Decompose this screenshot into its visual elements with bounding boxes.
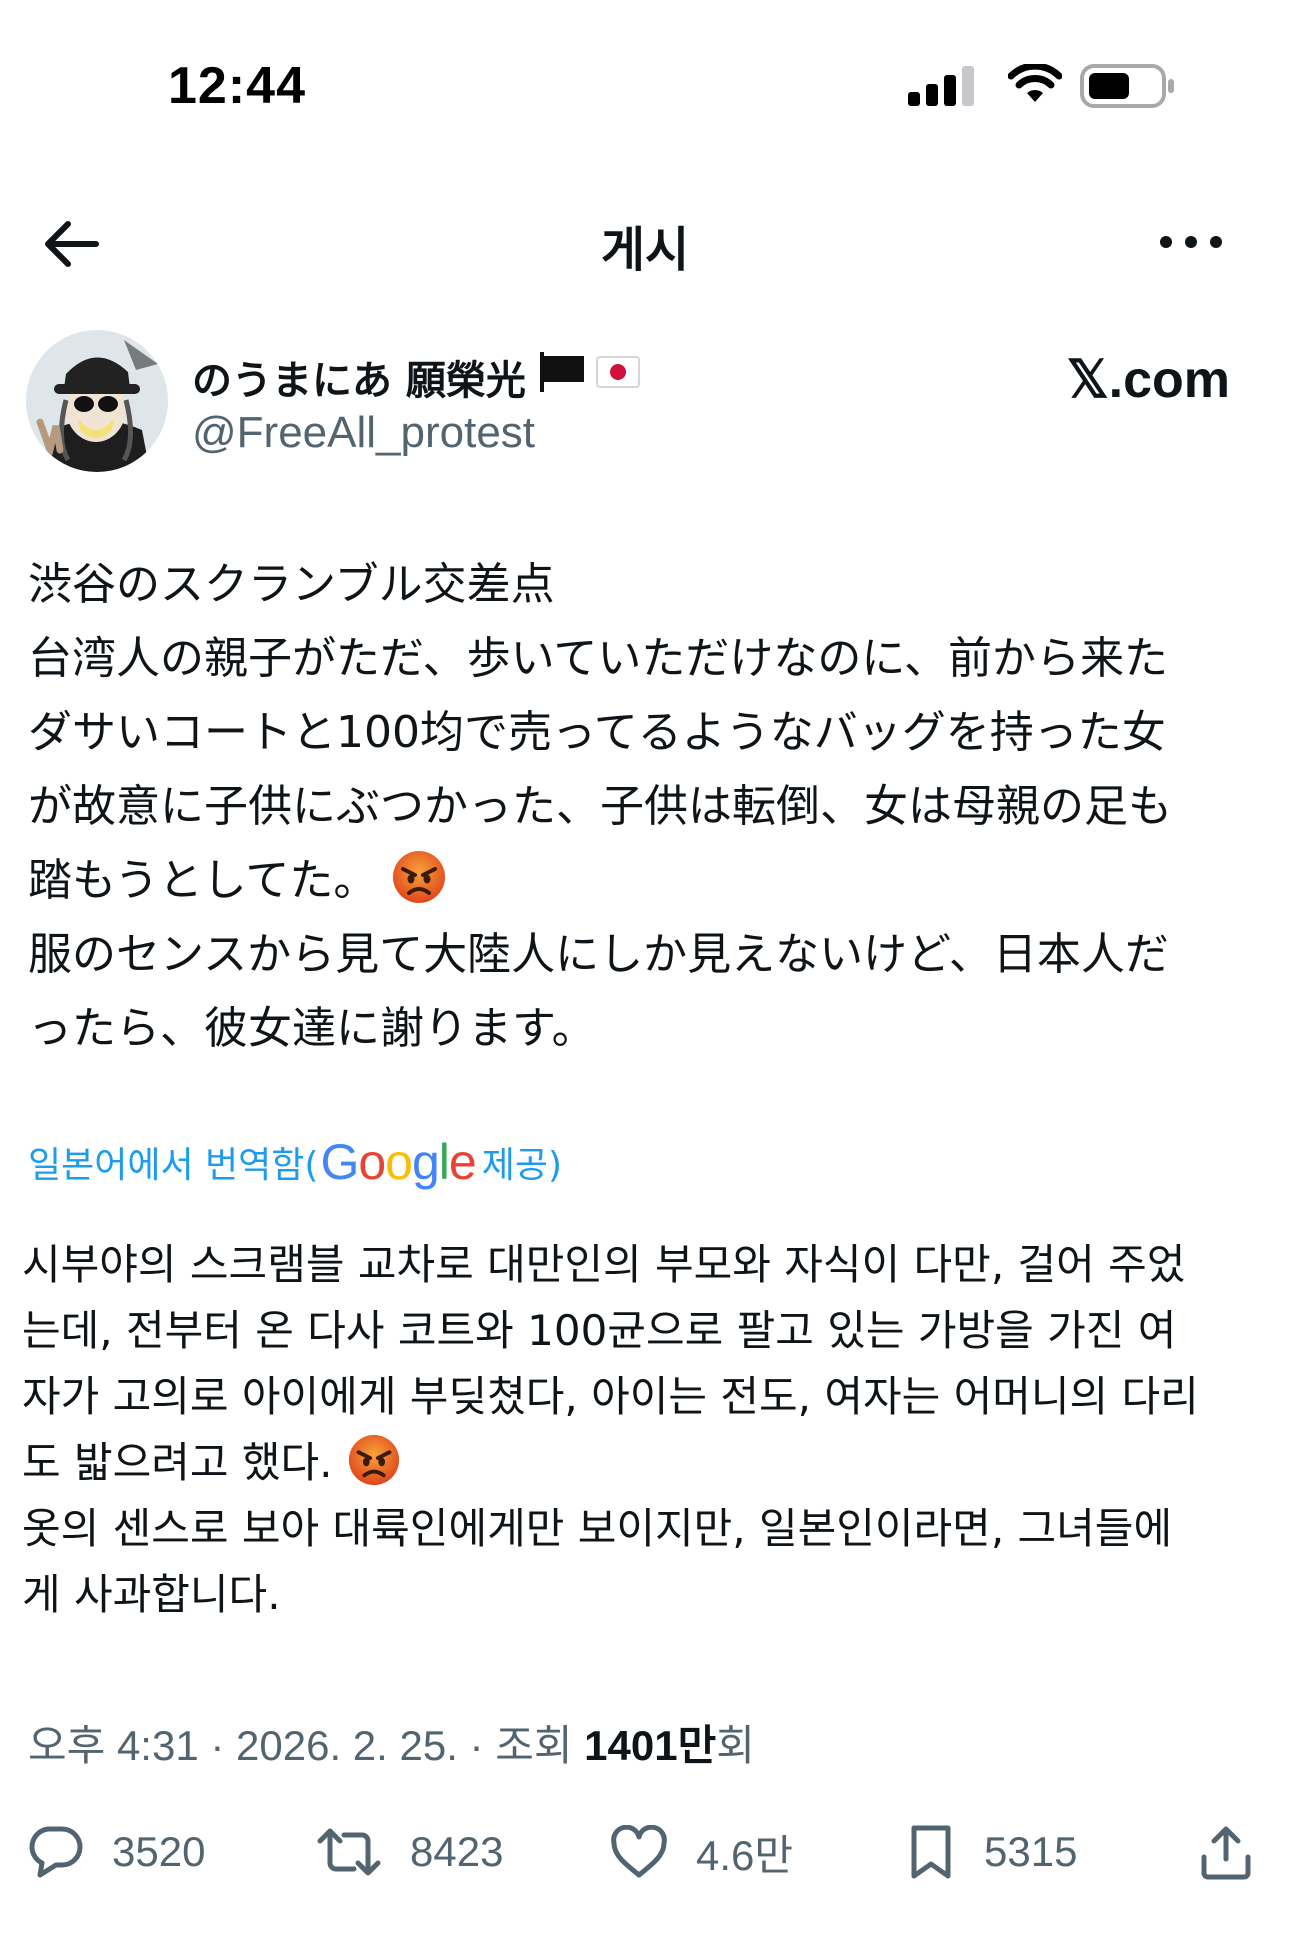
translated-text: 시부야의 스크램블 교차로 대만인의 부모와 자식이 다만, 걸어 주었 는데,…	[22, 1232, 1272, 1628]
repost-icon	[317, 1828, 381, 1876]
post-text-line: 台湾人の親子がただ、歩いていただけなのに、前から来た	[28, 633, 1169, 684]
black-flag-icon	[540, 352, 584, 392]
signal-icon	[908, 66, 974, 106]
post-text: 渋谷のスクランブル交差点 台湾人の親子がただ、歩いていただけなのに、前から来た …	[28, 548, 1268, 1066]
heart-icon	[611, 1825, 667, 1878]
post-text-line: 服のセンスから見て大陸人にしか見えないけど、日本人だ	[28, 929, 1169, 980]
japan-flag-icon	[596, 356, 640, 388]
translated-text-line: 자가 고의로 아이에게 부딪쳤다, 아이는 전도, 여자는 어머니의 다리	[22, 1372, 1199, 1421]
meta-separator: ·	[457, 1722, 496, 1769]
avatar-image	[26, 330, 168, 472]
share-button[interactable]	[1198, 1812, 1254, 1892]
repost-count: 8423	[410, 1828, 504, 1875]
like-count: 4.6만	[696, 1831, 794, 1879]
author-row: のうまにあ 願榮光 @FreeAll_protest 𝕏.com	[0, 328, 1290, 478]
angry-face-icon	[393, 851, 446, 903]
post-text-line: ったら、彼女達に謝ります。	[28, 1003, 596, 1054]
translated-text-line: 는데, 전부터 온 다사 코트와 100균으로 팔고 있는 가방을 가진 여	[22, 1306, 1177, 1355]
more-button[interactable]	[1156, 222, 1226, 262]
action-bar: 3520 8423 4.6만 5315	[0, 1812, 1290, 1892]
post-text-line: が故意に子供にぶつかった、子供は転倒、女は母親の足も	[28, 781, 1172, 832]
post-date[interactable]: 2026. 2. 25.	[236, 1722, 458, 1769]
wifi-icon	[1008, 64, 1062, 102]
translated-text-line-with-emoji: 도 밟으려고 했다.	[22, 1430, 1272, 1496]
repost-button[interactable]: 8423	[316, 1812, 503, 1892]
post-text-line: ダサいコートと100均で売ってるようなバッグを持った女	[28, 707, 1166, 758]
translation-note[interactable]: 일본어에서 번역함(Google 제공)	[28, 1132, 562, 1192]
google-logo: Google	[320, 1134, 476, 1190]
translated-text-line: 게 사과합니다.	[22, 1570, 281, 1619]
status-time: 12:44	[168, 57, 306, 115]
more-dots-icon	[1160, 236, 1222, 248]
meta-separator: ·	[198, 1722, 237, 1769]
translated-text-line: 도 밟으려고 했다.	[22, 1438, 333, 1487]
bookmark-count: 5315	[984, 1828, 1078, 1875]
translation-suffix: 제공)	[481, 1145, 563, 1186]
angry-face-icon	[348, 1434, 399, 1486]
translated-text-line: 시부야의 스크램블 교차로 대만인의 부모와 자식이 다만, 걸어 주었	[22, 1240, 1186, 1289]
status-bar: 12:44	[0, 0, 1290, 170]
reply-button[interactable]: 3520	[26, 1812, 205, 1892]
page-title: 게시	[600, 222, 690, 278]
share-icon	[1201, 1826, 1251, 1880]
bookmark-button[interactable]: 5315	[906, 1812, 1077, 1892]
reply-icon	[29, 1826, 83, 1878]
post-header: 게시	[0, 200, 1290, 284]
translation-prefix: 일본어에서 번역함(	[28, 1145, 319, 1186]
like-button[interactable]: 4.6만	[610, 1812, 793, 1892]
views-label: 조회	[495, 1722, 585, 1769]
site-logo: 𝕏.com	[1066, 351, 1230, 409]
views-suffix: 회	[716, 1722, 755, 1769]
post-meta: 오후 4:31 · 2026. 2. 25. · 조회 1401만회	[28, 1712, 755, 1773]
display-name[interactable]: のうまにあ 願榮光	[192, 348, 526, 406]
reply-count: 3520	[112, 1828, 206, 1875]
post-text-line: 渋谷のスクランブル交差点	[28, 559, 555, 610]
post-text-line-with-emoji: 踏もうとしてた。	[28, 844, 1268, 918]
battery-icon	[1080, 64, 1174, 108]
bookmark-icon	[911, 1825, 951, 1879]
translated-text-line: 옷의 센스로 보아 대륙인에게만 보이지만, 일본인이라면, 그녀들에	[22, 1504, 1173, 1553]
author-handle[interactable]: @FreeAll_protest	[192, 408, 535, 458]
avatar[interactable]	[26, 330, 168, 472]
post-text-line: 踏もうとしてた。	[28, 855, 378, 906]
views-count[interactable]: 1401만	[584, 1722, 716, 1769]
post-time[interactable]: 오후 4:31	[28, 1722, 199, 1769]
